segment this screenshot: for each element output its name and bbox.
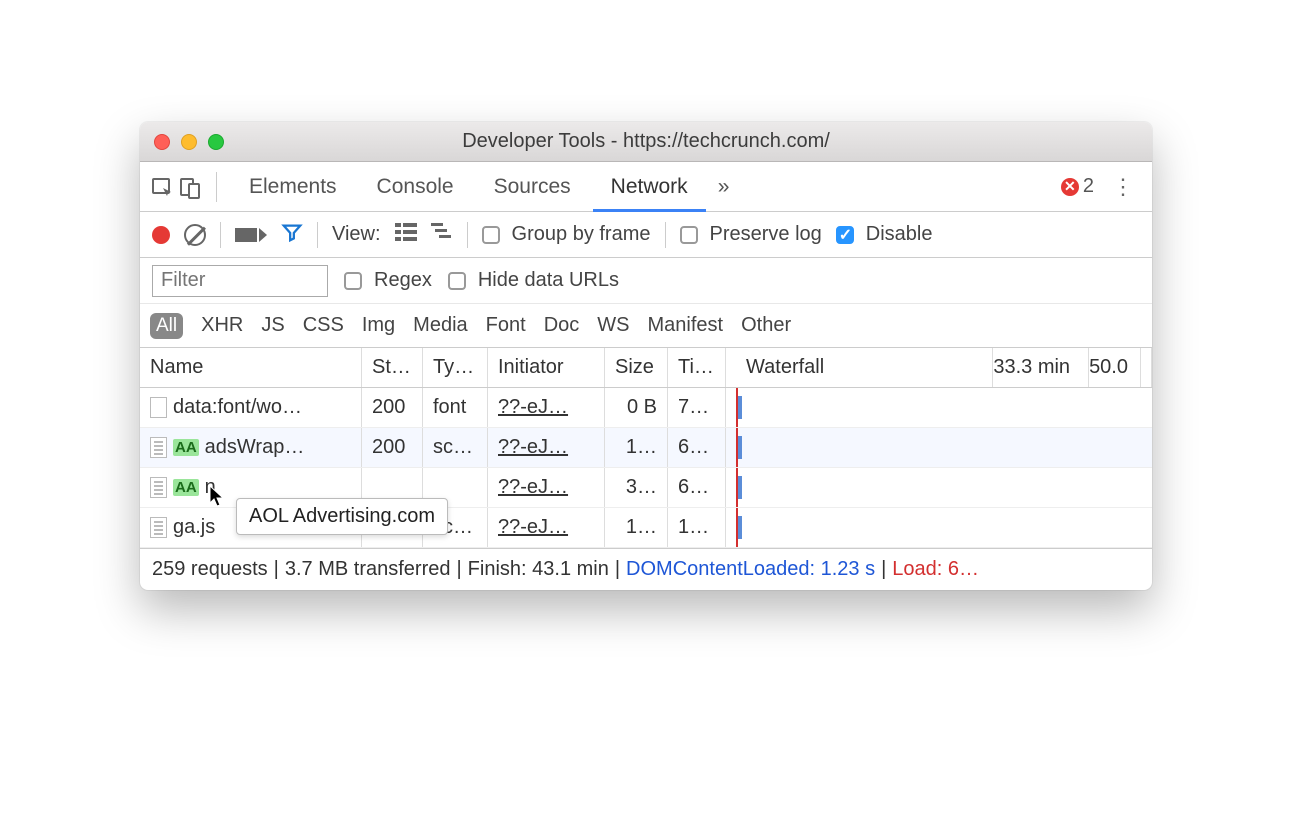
cell-status: 200	[362, 428, 423, 467]
cell-time: 6…	[668, 428, 726, 467]
cell-waterfall	[726, 468, 1152, 507]
request-name: n	[205, 476, 216, 499]
file-icon	[150, 437, 167, 458]
summary-transferred: 3.7 MB transferred	[285, 558, 451, 581]
filter-all[interactable]: All	[150, 313, 183, 339]
privacy-badge: AA	[173, 439, 199, 456]
network-toolbar: View: Group by frame Preserve log Disabl…	[140, 212, 1152, 258]
regex-checkbox[interactable]: Regex	[344, 269, 432, 292]
table-row[interactable]: AA adsWrap… 200 sc… ??-eJ… 1… 6…	[140, 428, 1152, 468]
inspect-element-icon[interactable]	[150, 175, 174, 199]
tab-network[interactable]: Network	[593, 163, 706, 212]
col-time[interactable]: Ti…	[668, 348, 726, 387]
minimize-window-button[interactable]	[181, 134, 197, 150]
table-header: Name St… Ty… Initiator Size Ti… Waterfal…	[140, 348, 1152, 388]
error-icon: ✕	[1061, 178, 1079, 196]
separator	[467, 222, 468, 248]
cell-initiator[interactable]: ??-eJ…	[498, 516, 568, 539]
cell-size: 3…	[605, 468, 668, 507]
privacy-tooltip: AOL Advertising.com	[236, 498, 448, 535]
summary-domcontentloaded: DOMContentLoaded: 1.23 s	[626, 558, 875, 581]
view-label: View:	[332, 223, 381, 246]
filter-css[interactable]: CSS	[303, 314, 344, 337]
error-count-number: 2	[1083, 175, 1094, 198]
close-window-button[interactable]	[154, 134, 170, 150]
filter-bar: Regex Hide data URLs	[140, 258, 1152, 304]
capture-screenshots-icon[interactable]	[235, 228, 267, 242]
window-title: Developer Tools - https://techcrunch.com…	[140, 130, 1152, 153]
maximize-window-button[interactable]	[208, 134, 224, 150]
cell-size: 0 B	[605, 388, 668, 427]
error-count[interactable]: ✕ 2	[1061, 175, 1094, 198]
device-toggle-icon[interactable]	[178, 175, 202, 199]
tab-sources[interactable]: Sources	[476, 162, 589, 211]
disable-cache-checkbox[interactable]: Disable	[836, 223, 933, 246]
cell-status: 200	[362, 388, 423, 427]
separator	[220, 222, 221, 248]
cell-size: 1…	[605, 428, 668, 467]
filter-xhr[interactable]: XHR	[201, 314, 243, 337]
filter-toggle-icon[interactable]	[281, 221, 303, 249]
cell-waterfall	[726, 388, 1152, 427]
cell-time: 7…	[668, 388, 726, 427]
cell-waterfall	[726, 428, 1152, 467]
tab-console[interactable]: Console	[359, 162, 472, 211]
separator	[665, 222, 666, 248]
devtools-tabs: Elements Console Sources Network » ✕ 2 ⋮	[140, 162, 1152, 212]
filter-ws[interactable]: WS	[597, 314, 629, 337]
summary-bar: 259 requests | 3.7 MB transferred | Fini…	[140, 548, 1152, 590]
filter-doc[interactable]: Doc	[544, 314, 580, 337]
waterfall-view-icon[interactable]	[431, 223, 453, 247]
cell-initiator[interactable]: ??-eJ…	[498, 396, 568, 419]
cell-time: 6…	[668, 468, 726, 507]
filter-input[interactable]	[152, 265, 328, 297]
filter-other[interactable]: Other	[741, 314, 791, 337]
large-rows-icon[interactable]	[395, 223, 417, 247]
traffic-lights	[154, 134, 224, 150]
hide-data-urls-checkbox[interactable]: Hide data URLs	[448, 269, 619, 292]
cell-size: 1…	[605, 508, 668, 547]
preserve-log-checkbox[interactable]: Preserve log	[680, 223, 822, 246]
summary-finish: Finish: 43.1 min	[468, 558, 609, 581]
file-icon	[150, 397, 167, 418]
cell-initiator[interactable]: ??-eJ…	[498, 436, 568, 459]
cell-type: sc…	[423, 428, 488, 467]
cell-time: 1…	[668, 508, 726, 547]
summary-requests: 259 requests	[152, 558, 268, 581]
file-icon	[150, 517, 167, 538]
separator	[317, 222, 318, 248]
cell-type: font	[423, 388, 488, 427]
col-size[interactable]: Size	[605, 348, 668, 387]
col-waterfall[interactable]: Waterfall 33.3 min 50.0	[726, 348, 1152, 387]
filter-js[interactable]: JS	[261, 314, 284, 337]
settings-menu-icon[interactable]: ⋮	[1104, 174, 1142, 200]
col-type[interactable]: Ty…	[423, 348, 488, 387]
request-name: data:font/wo…	[173, 396, 302, 419]
filter-manifest[interactable]: Manifest	[647, 314, 723, 337]
col-initiator[interactable]: Initiator	[488, 348, 605, 387]
titlebar[interactable]: Developer Tools - https://techcrunch.com…	[140, 122, 1152, 162]
record-button[interactable]	[152, 226, 170, 244]
table-row[interactable]: data:font/wo… 200 font ??-eJ… 0 B 7…	[140, 388, 1152, 428]
tab-elements[interactable]: Elements	[231, 162, 355, 211]
separator	[216, 172, 217, 202]
group-by-frame-checkbox[interactable]: Group by frame	[482, 223, 651, 246]
request-name: adsWrap…	[205, 436, 305, 459]
type-filter-bar: All XHR JS CSS Img Media Font Doc WS Man…	[140, 304, 1152, 348]
cell-waterfall	[726, 508, 1152, 547]
tab-overflow[interactable]: »	[710, 162, 738, 211]
filter-img[interactable]: Img	[362, 314, 395, 337]
request-name: ga.js	[173, 516, 215, 539]
file-icon	[150, 477, 167, 498]
filter-font[interactable]: Font	[486, 314, 526, 337]
summary-load: Load: 6…	[892, 558, 979, 581]
filter-media[interactable]: Media	[413, 314, 467, 337]
col-name[interactable]: Name	[140, 348, 362, 387]
clear-button[interactable]	[184, 224, 206, 246]
col-status[interactable]: St…	[362, 348, 423, 387]
cell-initiator[interactable]: ??-eJ…	[498, 476, 568, 499]
privacy-badge: AA	[173, 479, 199, 496]
